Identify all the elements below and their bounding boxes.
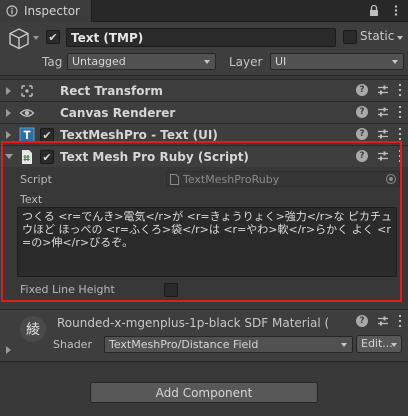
material-name: Rounded-x-mgenplus-1p-black SDF Material… [57, 316, 330, 330]
foldout-arrow-icon[interactable] [6, 109, 11, 117]
gameobject-cube-icon[interactable] [6, 26, 32, 52]
add-component-button[interactable]: Add Component [90, 382, 318, 403]
component-title: Canvas Renderer [60, 106, 176, 120]
svg-text:綾: 綾 [26, 322, 40, 338]
chevron-down-icon [204, 60, 210, 64]
eye-icon [19, 109, 35, 117]
material-menu-icon[interactable] [398, 315, 402, 327]
component-menu-icon[interactable] [398, 84, 402, 96]
window-tab-bar: Inspector [0, 0, 408, 22]
presets-icon[interactable] [377, 128, 389, 140]
component-canvas-renderer[interactable]: Canvas Renderer ? [0, 101, 408, 123]
lock-icon[interactable] [368, 4, 380, 17]
layer-label: Layer [229, 55, 263, 69]
icon-dropdown-arrow-icon[interactable] [33, 36, 39, 40]
shader-dropdown[interactable]: TextMeshPro/Distance Field [104, 336, 353, 353]
tag-label: Tag [42, 55, 63, 69]
static-dropdown-arrow-icon[interactable] [397, 36, 403, 40]
highlight-box [1, 141, 402, 302]
layer-dropdown-value: UI [275, 55, 287, 68]
static-checkbox[interactable] [343, 30, 357, 44]
presets-icon[interactable] [377, 106, 389, 118]
component-rect-transform[interactable]: Rect Transform ? [0, 79, 408, 101]
gameobject-header: ✔ Text (TMP) Static Tag Untagged Layer U… [0, 22, 408, 76]
gameobject-active-checkbox[interactable]: ✔ [46, 30, 60, 44]
component-title: TextMeshPro - Text (UI) [60, 128, 218, 142]
presets-icon[interactable] [377, 315, 389, 327]
static-label: Static [360, 29, 395, 43]
info-icon [6, 5, 18, 17]
material-preview-icon: 綾 [20, 316, 46, 342]
rect-transform-icon [21, 85, 33, 97]
foldout-arrow-icon[interactable] [6, 346, 11, 354]
chevron-down-icon [341, 343, 347, 347]
window-menu-icon[interactable] [390, 4, 402, 17]
inspector-tab[interactable]: Inspector [0, 0, 92, 22]
shader-edit-button[interactable]: Edit... [356, 335, 402, 353]
chevron-down-icon [391, 343, 397, 347]
chevron-down-icon [392, 60, 398, 64]
help-icon[interactable]: ? [356, 84, 368, 96]
presets-icon[interactable] [377, 84, 389, 96]
help-icon[interactable]: ? [356, 106, 368, 118]
component-title: Rect Transform [60, 84, 163, 98]
divider [0, 361, 408, 362]
component-enabled-checkbox[interactable]: ✔ [40, 128, 54, 142]
foldout-arrow-icon[interactable] [6, 131, 11, 139]
tag-dropdown[interactable]: Untagged [67, 53, 216, 70]
material-section: 綾 Rounded-x-mgenplus-1p-black SDF Materi… [0, 309, 408, 361]
gameobject-name-field[interactable]: Text (TMP) [66, 28, 336, 47]
layer-dropdown[interactable]: UI [270, 53, 404, 70]
foldout-arrow-icon[interactable] [6, 87, 11, 95]
shader-dropdown-value: TextMeshPro/Distance Field [109, 338, 259, 351]
shader-label: Shader [53, 338, 92, 351]
help-icon[interactable]: ? [356, 315, 368, 327]
inspector-tab-label: Inspector [24, 4, 80, 18]
component-menu-icon[interactable] [398, 128, 402, 140]
component-menu-icon[interactable] [398, 106, 402, 118]
help-icon[interactable]: ? [356, 128, 368, 140]
edit-button-label: Edit... [361, 337, 393, 350]
tag-dropdown-value: Untagged [72, 55, 126, 68]
